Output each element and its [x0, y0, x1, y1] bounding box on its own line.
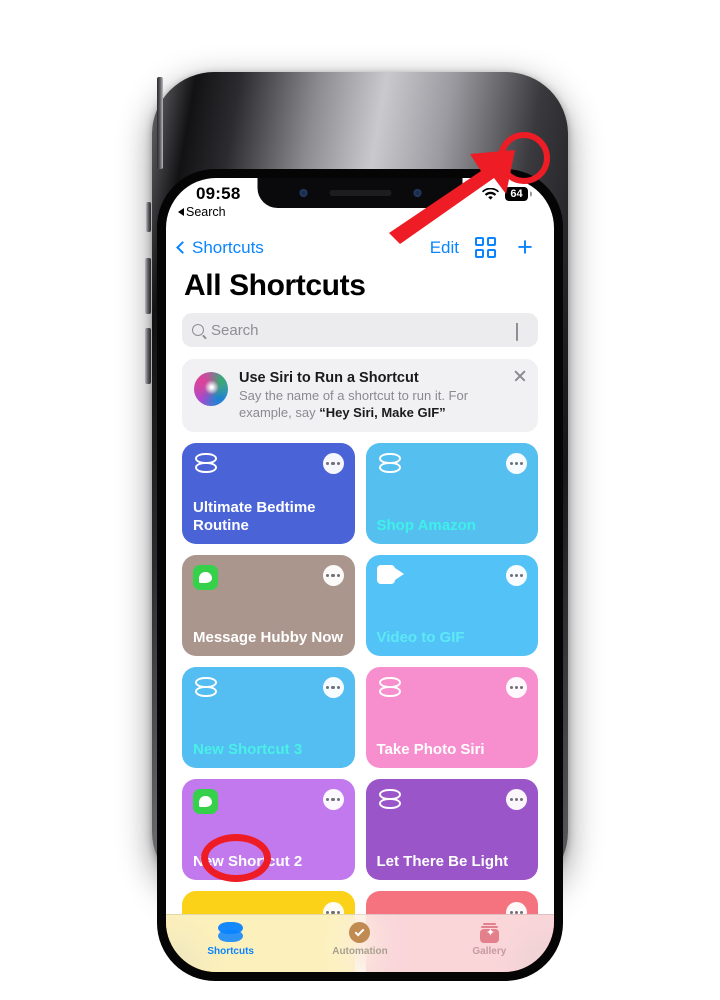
- tab-gallery[interactable]: ✦ Gallery: [425, 922, 554, 957]
- shortcut-tile[interactable]: Message Hubby Now: [182, 555, 355, 657]
- tab-automation[interactable]: Automation: [295, 922, 424, 957]
- shortcut-tile[interactable]: Video to GIF: [365, 555, 538, 657]
- tile-header: [377, 677, 527, 701]
- stack-icon: [377, 453, 403, 477]
- tile-header: [193, 565, 344, 591]
- close-icon[interactable]: [513, 369, 527, 383]
- tab-shortcuts-label: Shortcuts: [207, 946, 254, 957]
- siri-banner-title: Use Siri to Run a Shortcut: [239, 370, 419, 386]
- more-options-icon[interactable]: [506, 565, 527, 587]
- shortcut-name: Let There Be Light: [376, 852, 509, 870]
- status-indicators: 64: [482, 187, 528, 201]
- back-button-label: Shortcuts: [192, 237, 264, 257]
- more-options-icon[interactable]: [322, 453, 344, 475]
- shortcut-tile[interactable]: Let There Be Light: [365, 779, 538, 881]
- shortcut-name: Ultimate Bedtime Routine: [193, 498, 316, 534]
- stack-icon: [193, 453, 219, 477]
- stack-icon: [377, 677, 403, 701]
- tab-shortcuts[interactable]: Shortcuts: [166, 922, 295, 957]
- message-icon: [193, 565, 218, 591]
- edit-button[interactable]: Edit: [430, 238, 459, 258]
- shortcut-name: Shop Amazon: [376, 516, 476, 534]
- siri-subtitle-quote: “Hey Siri, Make GIF”: [319, 405, 446, 421]
- more-options-icon[interactable]: [506, 453, 527, 475]
- more-options-icon[interactable]: [506, 677, 527, 699]
- navigation-bar: Shortcuts Edit +: [166, 222, 554, 265]
- automation-check-icon: [349, 922, 371, 943]
- phone-bezel: 09:58 64 Search Shortcuts Edit + All Sho…: [157, 169, 563, 981]
- back-to-app-chip[interactable]: Search: [178, 205, 226, 219]
- tile-header: [193, 453, 344, 477]
- add-shortcut-button[interactable]: +: [512, 234, 538, 261]
- notch: [257, 178, 463, 208]
- tile-header: [377, 453, 527, 477]
- shortcut-name: Message Hubby Now: [193, 628, 344, 646]
- volume-up-button[interactable]: [145, 258, 151, 314]
- nav-bar-actions: Edit +: [430, 234, 538, 261]
- shortcut-name: Take Photo Siri: [376, 740, 485, 758]
- chevron-left-icon: [176, 241, 189, 254]
- page-title: All Shortcuts: [184, 269, 366, 302]
- tile-header: [377, 789, 527, 813]
- siri-banner-subtitle: Say the name of a shortcut to run it. Fo…: [239, 387, 512, 421]
- back-triangle-icon: [178, 208, 184, 216]
- more-options-icon[interactable]: [506, 789, 527, 811]
- status-time: 09:58: [196, 184, 241, 203]
- face-id-sensor-icon: [299, 189, 307, 197]
- more-options-icon[interactable]: [322, 677, 344, 699]
- stack-icon: [193, 677, 219, 701]
- phone-frame: 09:58 64 Search Shortcuts Edit + All Sho…: [145, 72, 568, 981]
- shortcut-tile[interactable]: Shop Amazon: [365, 443, 538, 545]
- search-field[interactable]: Search: [182, 313, 538, 347]
- search-input[interactable]: Search: [211, 322, 510, 339]
- battery-indicator: 64: [505, 187, 528, 201]
- power-button[interactable]: [157, 77, 163, 169]
- tab-automation-label: Automation: [332, 946, 388, 957]
- stack-icon: [377, 789, 403, 813]
- video-icon: [376, 565, 404, 585]
- shortcut-tile[interactable]: Ultimate Bedtime Routine: [182, 443, 355, 545]
- shortcut-tile[interactable]: Take Photo Siri: [365, 667, 538, 769]
- shortcut-name: Video to GIF: [376, 628, 465, 646]
- siri-tip-banner: Use Siri to Run a Shortcut Say the name …: [182, 359, 538, 433]
- wifi-icon: [482, 187, 499, 200]
- tile-header: [193, 677, 344, 701]
- more-options-icon[interactable]: [322, 565, 344, 587]
- tile-header: [193, 789, 344, 815]
- tab-gallery-label: Gallery: [472, 946, 507, 957]
- shortcuts-grid: Ultimate Bedtime Routine Shop Amazon Messa…: [182, 443, 538, 918]
- more-options-icon[interactable]: [322, 789, 344, 811]
- shortcut-name: New Shortcut 2: [193, 852, 303, 870]
- shortcuts-stack-icon: [218, 922, 244, 943]
- front-camera-icon: [413, 189, 421, 197]
- tab-bar: Shortcuts Automation ✦ Gallery: [166, 914, 554, 972]
- gallery-card-icon: ✦: [479, 922, 500, 943]
- back-to-app-label: Search: [186, 205, 226, 219]
- siri-banner-text: Use Siri to Run a Shortcut Say the name …: [239, 370, 526, 421]
- shortcut-tile[interactable]: New Shortcut 3: [182, 667, 355, 769]
- back-button[interactable]: Shortcuts: [176, 237, 264, 258]
- shortcut-name: New Shortcut 3: [193, 740, 303, 758]
- earpiece-speaker: [329, 190, 391, 196]
- microphone-icon[interactable]: [516, 323, 526, 341]
- message-icon: [193, 789, 218, 815]
- search-icon: [192, 324, 204, 336]
- phone-screen: 09:58 64 Search Shortcuts Edit + All Sho…: [166, 178, 554, 972]
- siri-orb-icon: [194, 372, 228, 406]
- tile-header: [376, 565, 527, 587]
- shortcut-tile[interactable]: New Shortcut 2: [182, 779, 355, 881]
- silence-switch[interactable]: [146, 202, 151, 232]
- grid-view-icon[interactable]: [475, 237, 496, 258]
- volume-down-button[interactable]: [145, 328, 151, 384]
